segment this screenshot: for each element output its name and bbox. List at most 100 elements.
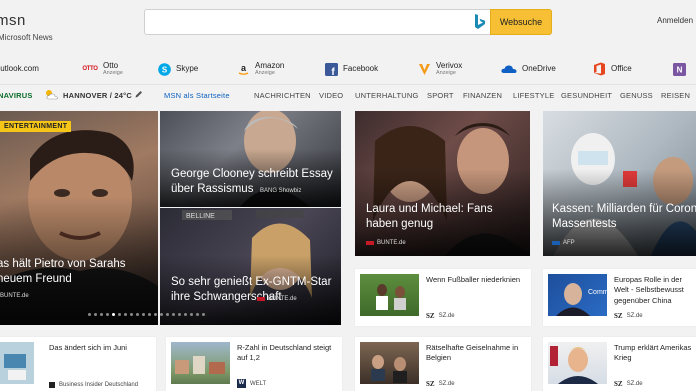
hero-title[interactable]: as hält Pietro von Sarahs neuem Freund: [0, 257, 157, 287]
nav-lifestyle[interactable]: LIFESTYLE: [513, 91, 554, 100]
search-input[interactable]: [147, 12, 465, 32]
story-thumbnail: [0, 342, 34, 384]
signin-link[interactable]: Anmelden: [657, 16, 693, 25]
search-box: Websuche: [144, 9, 552, 35]
story-thumbnail: [548, 342, 607, 384]
story-card-clooney[interactable]: George Clooney schreibt Essay über Rassi…: [160, 111, 341, 207]
quicklink-onedrive[interactable]: OneDrive: [501, 58, 556, 80]
story-source: SZ SZ.de: [426, 312, 455, 320]
story-title[interactable]: Wenn Fußballer niederknien: [426, 275, 525, 285]
story-title[interactable]: Das ändert sich im Juni: [49, 343, 150, 353]
list-story-card[interactable]: Trump erklärt Amerikas Krieg SZ SZ.de: [543, 337, 696, 391]
story-source: SZ SZ.de: [614, 380, 643, 388]
ad-label: Anzeige: [436, 69, 456, 76]
quicklink-onenote[interactable]: N: [672, 58, 691, 80]
list-story-card[interactable]: R-Zahl in Deutschland steigt auf 1,2 W W…: [166, 337, 342, 391]
story-title[interactable]: So sehr genießt Ex-GNTM-Star ihre Schwan…: [171, 275, 341, 305]
list-story-card[interactable]: Rätselhafte Geiselnahme in Belgien SZ SZ.…: [355, 337, 531, 391]
story-title[interactable]: Trump erklärt Amerikas Krieg: [614, 343, 696, 364]
nav-genuss[interactable]: GENUSS: [620, 91, 653, 100]
hero-story-card[interactable]: ENTERTAINMENT as hält Pietro von Sarahs …: [0, 111, 158, 325]
carousel-dot[interactable]: [130, 313, 133, 316]
carousel-dot[interactable]: [106, 313, 109, 316]
nav-gesundheit[interactable]: GESUNDHEIT: [561, 91, 612, 100]
logo-subtitle: Microsoft News: [0, 33, 53, 42]
verivox-icon: [417, 62, 431, 76]
quicklink-office[interactable]: Office: [592, 58, 632, 80]
quicklink-outlook[interactable]: Outlook.com: [0, 58, 39, 80]
nav-finanzen[interactable]: FINANZEN: [463, 91, 502, 100]
carousel-dot[interactable]: [118, 313, 121, 316]
carousel-dot[interactable]: [190, 313, 193, 316]
nav-video[interactable]: VIDEO: [319, 91, 343, 100]
nav-sport[interactable]: SPORT: [427, 91, 454, 100]
quicklink-label: Outlook.com: [0, 64, 39, 73]
quicklink-verivox[interactable]: Verivox Anzeige: [417, 58, 462, 80]
story-card-kassen[interactable]: Kassen: Milliarden für Coron Massentests…: [543, 111, 696, 256]
carousel-dot[interactable]: [154, 313, 157, 316]
list-story-card[interactable]: Comm Europas Rolle in der Welt - Selbstb…: [543, 269, 696, 326]
ad-label: Anzeige: [255, 69, 275, 76]
carousel-dot[interactable]: [100, 313, 103, 316]
office-icon: [592, 62, 606, 76]
carousel-dot[interactable]: [160, 313, 163, 316]
story-source: BUNTE.de: [366, 240, 406, 246]
quicklink-label: Skype: [176, 64, 199, 73]
story-thumbnail: [360, 342, 419, 384]
ad-label: Anzeige: [103, 69, 123, 76]
svg-text:Comm: Comm: [588, 289, 607, 296]
carousel-dot[interactable]: [124, 313, 127, 316]
story-title[interactable]: Europas Rolle in der Welt - Selbstbewuss…: [614, 275, 696, 306]
carousel-dot[interactable]: [94, 313, 97, 316]
business-insider-logo-icon: [49, 382, 55, 388]
carousel-dot[interactable]: [172, 313, 175, 316]
entertainment-badge: ENTERTAINMENT: [0, 121, 72, 132]
nav-unterhaltung[interactable]: UNTERHALTUNG: [355, 91, 419, 100]
category-nav: NAVIRUS HANNOVER / 24°C MSN als Startsei…: [0, 84, 696, 106]
carousel-dot[interactable]: [136, 313, 139, 316]
msn-logo[interactable]: msn: [0, 12, 26, 29]
nav-nachrichten[interactable]: NACHRICHTEN: [254, 91, 311, 100]
quicklink-otto[interactable]: OTTO Otto Anzeige: [82, 58, 123, 80]
story-source: SZ SZ.de: [426, 380, 455, 388]
carousel-dot[interactable]: [142, 313, 145, 316]
story-source: SZ SZ.de: [614, 312, 643, 320]
story-card-laura-michael[interactable]: Laura und Michael: Fans haben genug BUNT…: [355, 111, 530, 256]
svg-text:BELLINE: BELLINE: [186, 213, 215, 220]
nav-reisen[interactable]: REISEN: [661, 91, 690, 100]
story-title[interactable]: George Clooney schreibt Essay über Rassi…: [171, 167, 341, 197]
svg-text:N: N: [676, 65, 682, 74]
bing-icon: [475, 14, 485, 29]
web-search-button[interactable]: Websuche: [490, 9, 552, 35]
story-card-gntm[interactable]: BELLINE So sehr genießt Ex-GNTM-Star ihr…: [160, 208, 341, 325]
nav-coronavirus[interactable]: NAVIRUS: [0, 91, 33, 100]
quicklink-amazon[interactable]: a Amazon Anzeige: [236, 58, 284, 80]
carousel-dot[interactable]: [196, 313, 199, 316]
facebook-icon: f: [324, 62, 338, 76]
carousel-pagination[interactable]: [88, 313, 205, 316]
quicklink-skype[interactable]: S Skype: [157, 58, 198, 80]
carousel-dot[interactable]: [166, 313, 169, 316]
carousel-dot[interactable]: [88, 313, 91, 316]
pencil-icon[interactable]: [135, 90, 143, 100]
carousel-dot-active[interactable]: [112, 313, 115, 316]
sz-logo-icon: SZ: [614, 380, 623, 388]
carousel-dot[interactable]: [178, 313, 181, 316]
story-title[interactable]: Kassen: Milliarden für Coron Massentests: [552, 202, 696, 232]
story-title[interactable]: R-Zahl in Deutschland steigt auf 1,2: [237, 343, 336, 364]
weather-location[interactable]: HANNOVER / 24°C: [63, 91, 132, 100]
carousel-dot[interactable]: [184, 313, 187, 316]
story-title[interactable]: Rätselhafte Geiselnahme in Belgien: [426, 343, 525, 364]
quicklink-label: Verivox: [436, 60, 463, 70]
bunte-logo-icon: [257, 297, 265, 301]
bunte-logo-icon: [366, 241, 374, 245]
onedrive-icon: [501, 62, 517, 76]
carousel-dot[interactable]: [148, 313, 151, 316]
list-story-card[interactable]: Wenn Fußballer niederknien SZ SZ.de: [355, 269, 531, 326]
carousel-dot[interactable]: [202, 313, 205, 316]
list-story-card[interactable]: Das ändert sich im Juni Business Insider…: [0, 337, 156, 391]
skype-icon: S: [157, 62, 171, 76]
story-title[interactable]: Laura und Michael: Fans haben genug: [366, 202, 530, 232]
quicklink-facebook[interactable]: f Facebook: [324, 58, 378, 80]
set-start-page-link[interactable]: MSN als Startseite: [164, 91, 230, 100]
